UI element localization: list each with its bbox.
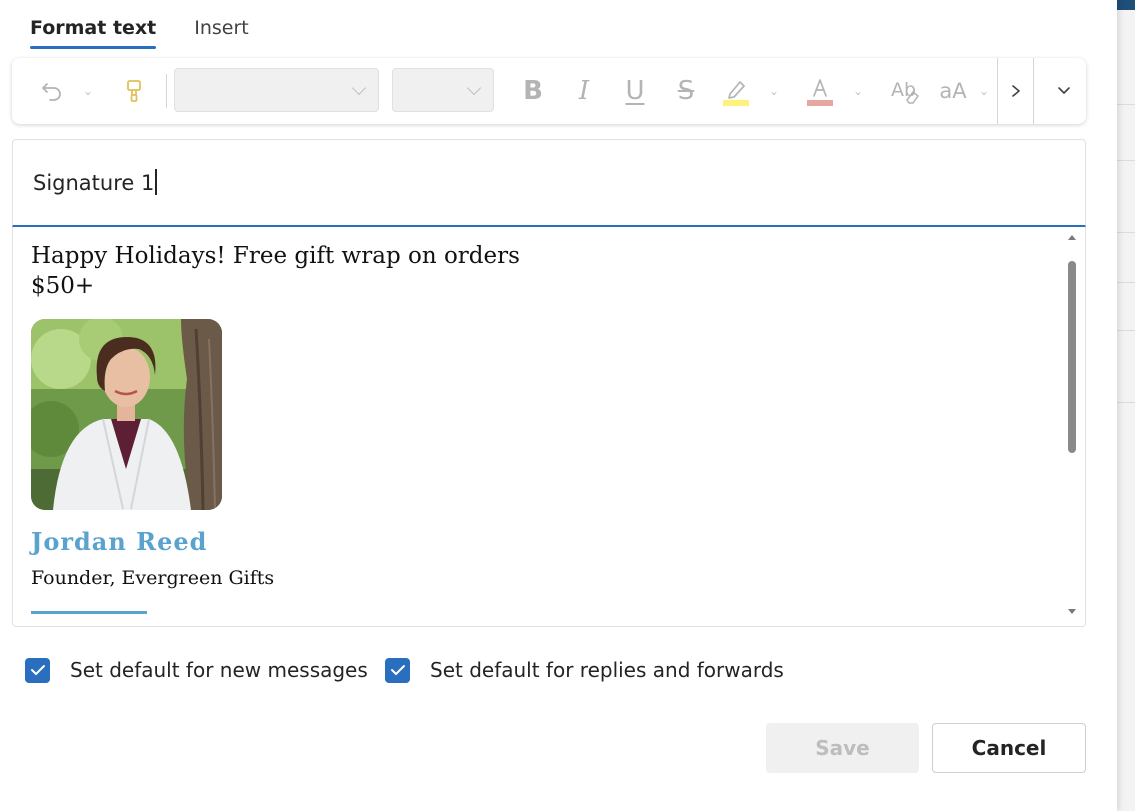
tab-format-text[interactable]: Format text [30, 14, 157, 50]
undo-icon [42, 83, 61, 101]
tab-insert[interactable]: Insert [194, 14, 249, 50]
signature-person-title: Founder, Evergreen Gifts [31, 567, 275, 589]
toolbar-divider [166, 74, 167, 108]
svg-text:Ab: Ab [891, 79, 916, 101]
save-button[interactable]: Save [766, 723, 919, 773]
italic-button[interactable]: I [568, 72, 600, 110]
scroll-down-arrow-icon[interactable] [1068, 609, 1076, 614]
change-case-dropdown-chevron-icon[interactable]: ⌄ [976, 72, 992, 110]
background-window-strip [1117, 0, 1135, 811]
clear-formatting-icon: Ab [891, 79, 920, 104]
more-options-button[interactable] [997, 58, 1034, 124]
cancel-button[interactable]: Cancel [932, 723, 1086, 773]
signature-photo[interactable] [31, 319, 222, 510]
signature-name-input[interactable]: Signature 1 [12, 139, 1086, 227]
portrait-image [31, 319, 222, 510]
undo-button[interactable] [36, 72, 68, 110]
highlighter-icon [723, 81, 749, 106]
font-color-button[interactable] [804, 72, 836, 110]
bold-icon: B [523, 76, 543, 106]
signature-editor-dialog: Format text Insert ⌄ B I U S ⌄ ⌄ Ab aA ⌄… [0, 0, 1117, 811]
format-painter-button[interactable] [120, 72, 148, 110]
font-color-icon [807, 79, 833, 106]
scrollbar-thumb[interactable] [1068, 261, 1076, 453]
signature-divider [31, 611, 147, 614]
checkbox-label: Set default for new messages [70, 658, 368, 682]
highlight-button[interactable] [720, 72, 752, 110]
checkmark-icon [30, 665, 45, 675]
change-case-button[interactable]: aA [936, 72, 970, 110]
font-family-dropdown[interactable] [174, 68, 379, 112]
paintbrush-icon [127, 80, 141, 102]
signature-promo-text: Happy Holidays! Free gift wrap on orders… [31, 243, 520, 299]
italic-icon: I [578, 76, 590, 106]
chevron-down-icon [466, 80, 482, 96]
signature-person-name: Jordan Reed [31, 527, 208, 556]
strikethrough-icon: S [677, 76, 695, 106]
format-toolbar: ⌄ B I U S ⌄ ⌄ Ab aA ⌄ [12, 58, 1086, 124]
chevron-down-icon [1058, 87, 1070, 94]
strikethrough-button[interactable]: S [670, 72, 702, 110]
scroll-up-arrow-icon[interactable] [1068, 235, 1076, 240]
underline-icon: U [625, 76, 645, 106]
expand-toolbar-button[interactable] [1042, 58, 1086, 124]
option-default-replies-forwards[interactable]: Set default for replies and forwards [385, 656, 784, 684]
signature-name-value: Signature 1 [33, 169, 157, 195]
option-default-new-messages[interactable]: Set default for new messages [25, 656, 368, 684]
font-size-dropdown[interactable] [392, 68, 494, 112]
text-cursor [155, 169, 157, 195]
chevron-down-icon [351, 80, 367, 96]
chevron-right-icon [1011, 85, 1020, 97]
checkbox-new-messages[interactable] [25, 657, 50, 683]
checkbox-replies-forwards[interactable] [385, 657, 410, 683]
checkbox-label: Set default for replies and forwards [430, 658, 784, 682]
ribbon-tabs: Format text Insert [30, 14, 249, 50]
highlight-dropdown-chevron-icon[interactable]: ⌄ [766, 72, 782, 110]
undo-dropdown-chevron-icon[interactable]: ⌄ [80, 72, 96, 110]
clear-formatting-button[interactable]: Ab [888, 72, 922, 110]
font-color-dropdown-chevron-icon[interactable]: ⌄ [850, 72, 866, 110]
signature-body-editor[interactable]: Happy Holidays! Free gift wrap on orders… [12, 227, 1086, 627]
bold-button[interactable]: B [517, 72, 549, 110]
checkmark-icon [390, 665, 405, 675]
underline-button[interactable]: U [619, 72, 651, 110]
change-case-icon: aA [939, 79, 967, 103]
